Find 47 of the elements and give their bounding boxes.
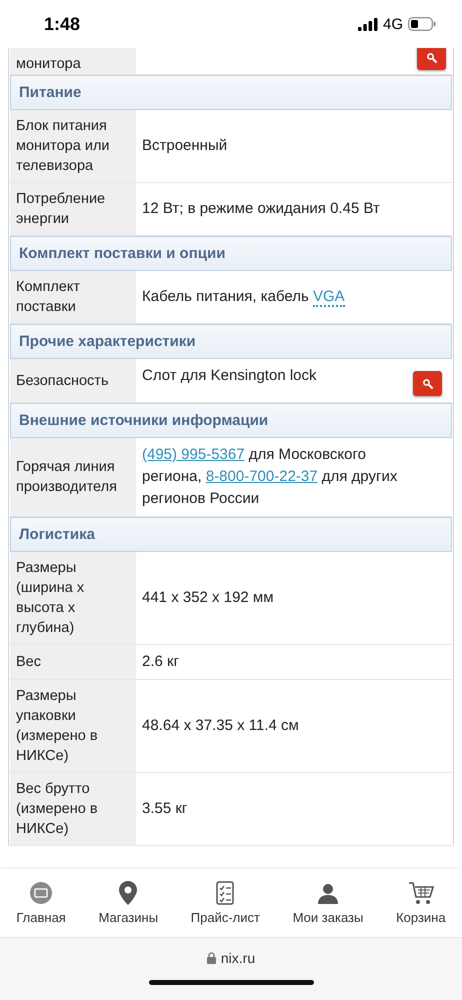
logo-icon xyxy=(30,881,52,905)
term-link[interactable]: VGA xyxy=(312,288,345,307)
spec-label: Потребление энергии xyxy=(10,183,136,235)
spec-label: монитора xyxy=(10,48,136,74)
network-label: 4G xyxy=(382,16,403,32)
search-button[interactable] xyxy=(417,48,446,70)
spec-label: Вес брутто (измерено в НИКСе) xyxy=(10,773,136,845)
section-header: Логистика xyxy=(10,517,452,552)
spec-value: 3.55 кг xyxy=(142,799,188,819)
section-header: Питание xyxy=(10,75,452,110)
search-icon xyxy=(426,52,438,64)
spec-label: Горячая линия производителя xyxy=(10,438,136,516)
battery-icon xyxy=(408,17,436,31)
checklist-icon xyxy=(216,881,234,905)
signal-icon xyxy=(358,18,378,30)
spec-label: Блок питания монитора или телевизора xyxy=(10,110,136,182)
lock-icon xyxy=(206,952,216,964)
section-header: Внешние источники информации xyxy=(10,403,452,438)
spec-value: 12 Вт; в режиме ожидания 0.45 Вт xyxy=(142,199,380,219)
search-button[interactable] xyxy=(413,371,442,396)
tab-bar-item[interactable]: Магазины xyxy=(98,881,158,925)
cart-icon xyxy=(408,881,434,905)
spec-value: 48.64 x 37.35 x 11.4 см xyxy=(142,716,299,736)
spec-value: 2.6 кг xyxy=(142,652,180,672)
search-icon xyxy=(422,378,434,390)
user-icon xyxy=(317,881,340,905)
spec-value: Кабель питания, кабель VGA xyxy=(142,287,345,308)
spec-label: Безопасность xyxy=(10,359,136,402)
tab-bar-item[interactable]: Мои заказы xyxy=(292,881,364,925)
section-header: Комплект поставки и опции xyxy=(10,236,452,271)
address-url[interactable]: nix.ru xyxy=(220,950,256,966)
spec-label: Размеры упаковки (измерено в НИКСе) xyxy=(10,680,136,772)
spec-label: Вес xyxy=(10,645,136,679)
spec-label: Размеры (ширина x высота x глубина) xyxy=(10,552,136,644)
tab-bar-item[interactable]: Корзина xyxy=(396,881,446,925)
status-time: 1:48 xyxy=(44,14,80,34)
spec-value: 441 x 352 x 192 мм xyxy=(142,588,274,608)
spec-value: (495) 995-5367 для Московского региона, 8-800-700-22-37 для других регионов России xyxy=(142,445,398,509)
spec-value: Слот для Kensington lock xyxy=(142,366,316,386)
tab-bar-item[interactable]: Главная xyxy=(16,881,66,925)
phone-link[interactable]: (495) 995-5367 xyxy=(142,446,245,463)
map-pin-icon xyxy=(119,881,138,905)
section-header: Прочие характеристики xyxy=(10,324,452,359)
tab-bar-item[interactable]: Прайс-лист xyxy=(190,881,260,925)
spec-label: Комплект поставки xyxy=(10,271,136,323)
spec-value: Встроенный xyxy=(142,136,228,156)
phone-link[interactable]: 8-800-700-22-37 xyxy=(206,468,318,485)
